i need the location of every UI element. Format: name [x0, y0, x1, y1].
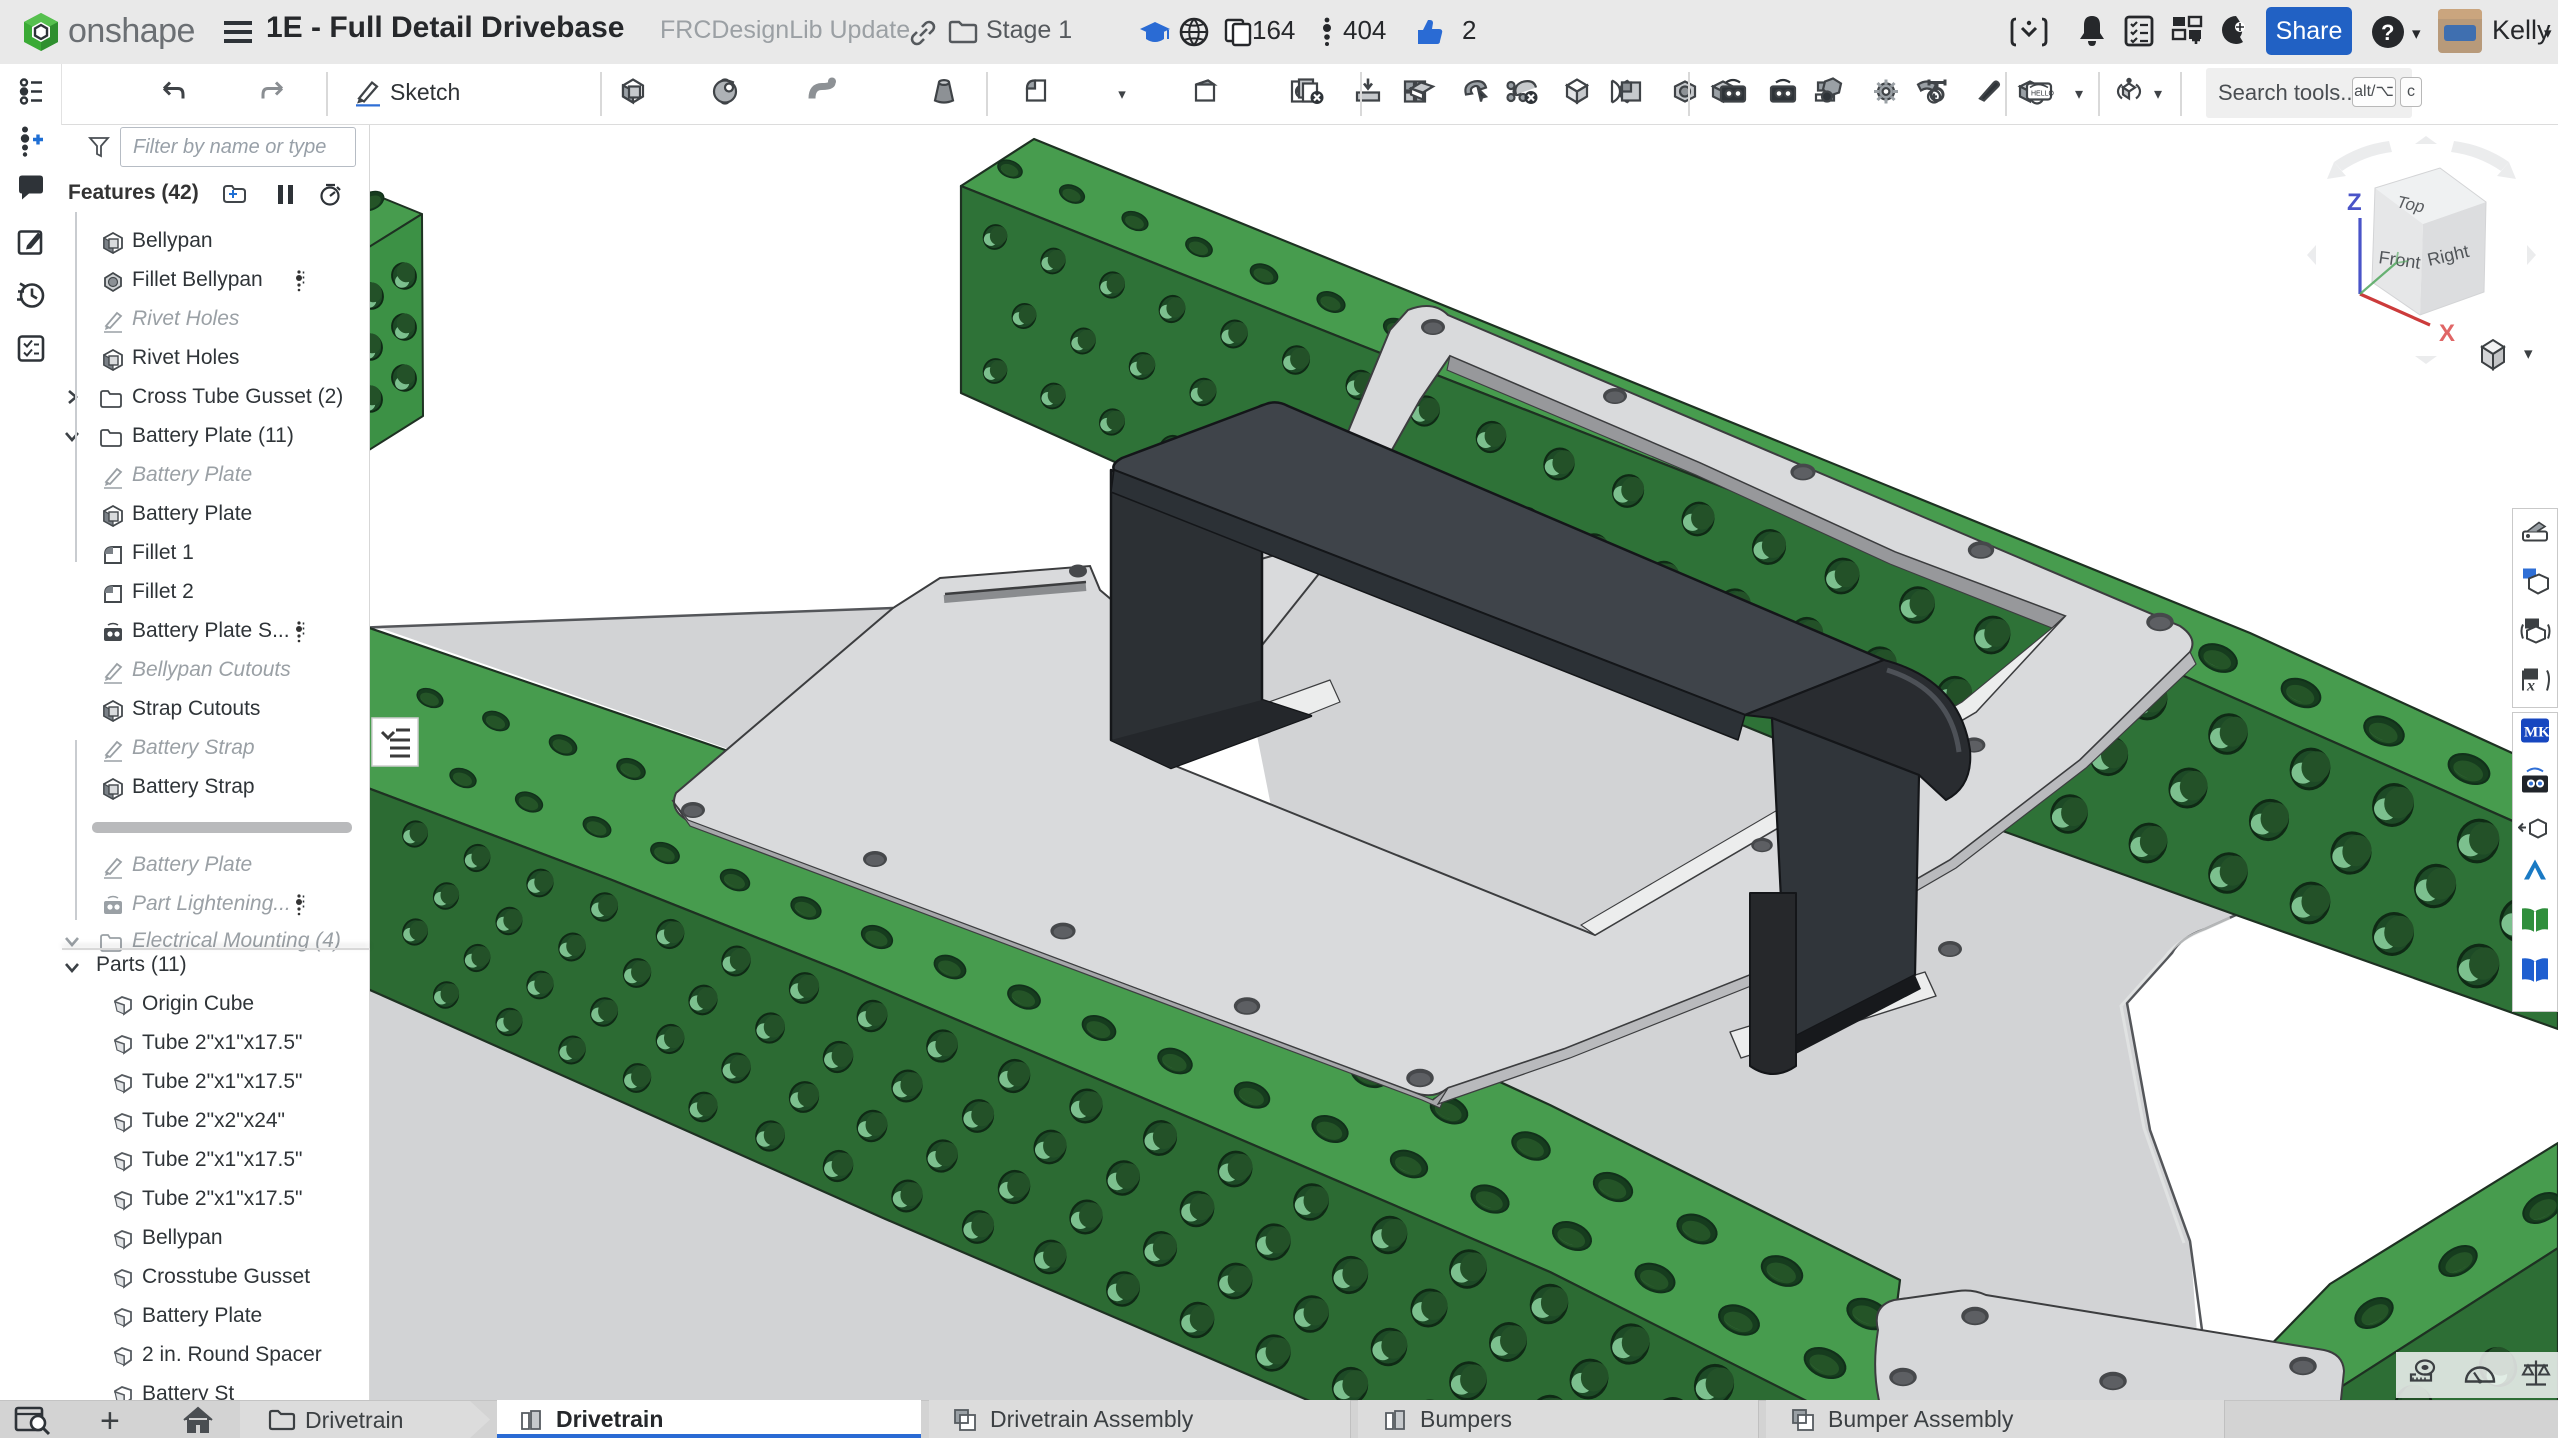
svg-text:Z: Z: [2347, 189, 2362, 216]
svg-text:x: x: [2526, 678, 2535, 695]
svg-text:HELLO: HELLO: [2031, 91, 2055, 98]
svg-text:X: X: [2439, 320, 2455, 347]
svg-text:?: ?: [2381, 20, 2394, 45]
svg-text:MK: MK: [2524, 725, 2550, 741]
